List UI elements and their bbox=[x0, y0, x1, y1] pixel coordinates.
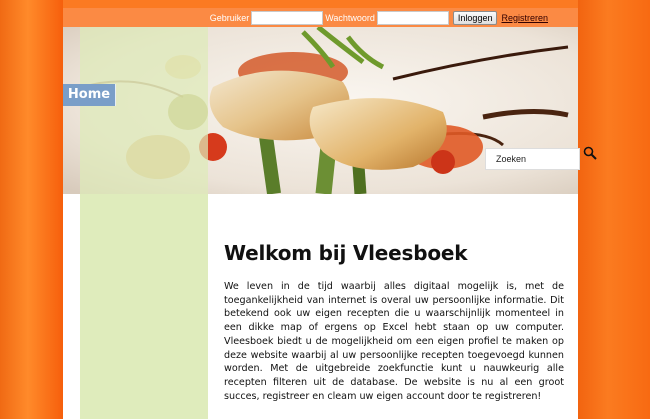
login-bar: Gebruiker Wachtwoord Inloggen Registrere… bbox=[63, 8, 578, 27]
password-label: Wachtwoord bbox=[325, 12, 375, 23]
sidebar-column-lower bbox=[80, 194, 208, 419]
nav-home-button[interactable]: Home bbox=[63, 84, 116, 106]
password-input[interactable] bbox=[376, 10, 449, 25]
page-background-left bbox=[0, 0, 63, 419]
magnifier-icon[interactable] bbox=[583, 146, 597, 160]
search-input[interactable]: Zoeken bbox=[485, 148, 580, 170]
username-label: Gebruiker bbox=[209, 12, 250, 23]
register-link[interactable]: Registreren bbox=[501, 13, 548, 23]
intro-paragraph: We leven in de tijd waarbij alles digita… bbox=[224, 281, 564, 402]
page-title: Welkom bij Vleesboek bbox=[224, 241, 468, 265]
username-input[interactable] bbox=[251, 10, 324, 25]
top-strip bbox=[63, 0, 578, 8]
login-button[interactable]: Inloggen bbox=[452, 10, 498, 25]
page-background-right bbox=[578, 0, 650, 419]
